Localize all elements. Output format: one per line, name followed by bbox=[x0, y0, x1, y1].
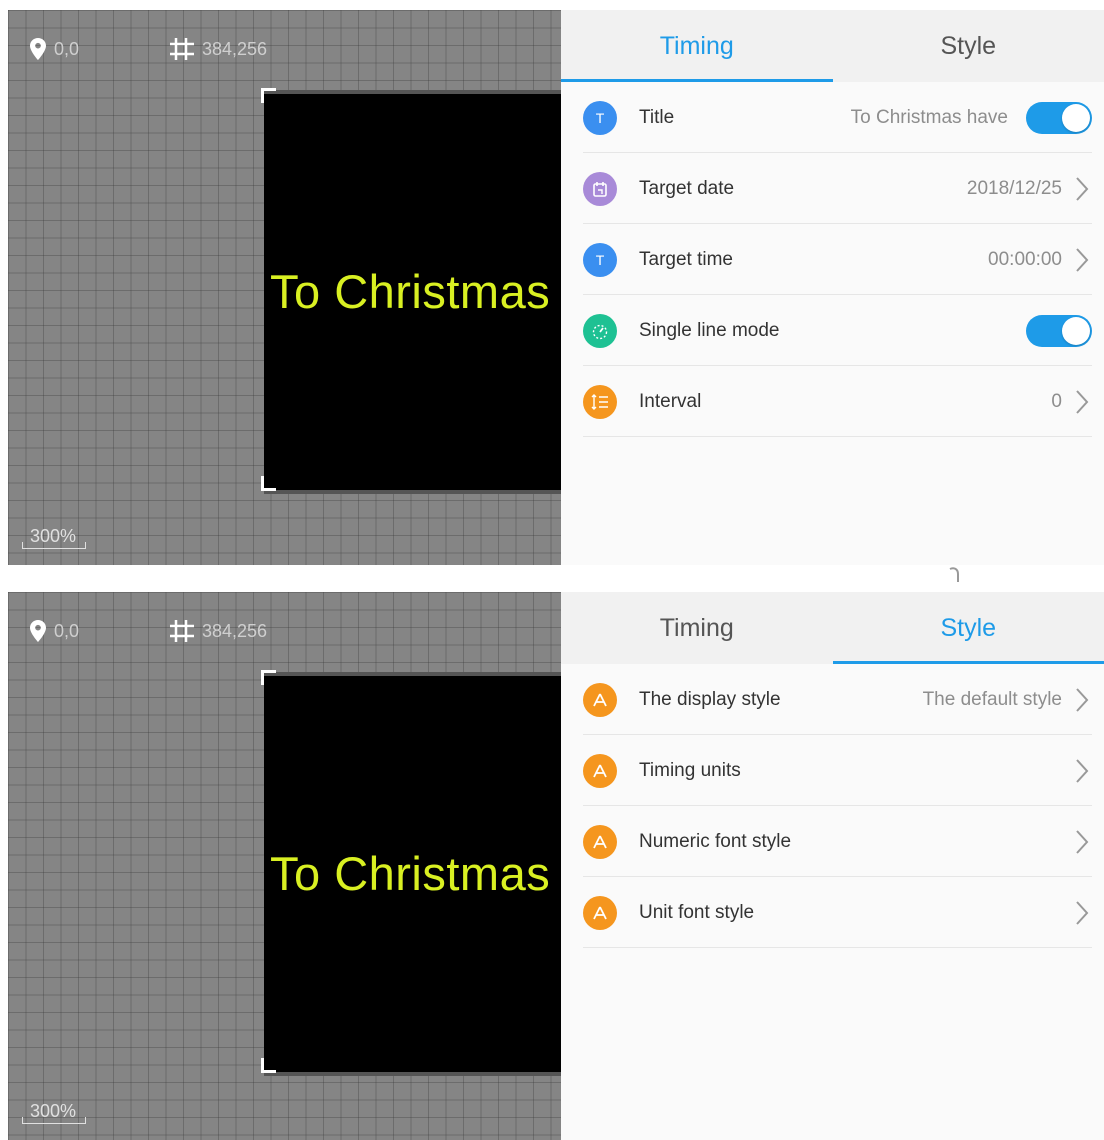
resize-handle-bottom-left[interactable] bbox=[261, 476, 276, 491]
row-label: The display style bbox=[639, 688, 781, 710]
settings-panel: Timing Style T Title To Christmas have T… bbox=[561, 10, 1104, 565]
row-value: The default style bbox=[922, 688, 1062, 710]
screen-timing: 0,0 384,256 To Christmas 300% Timing Sty… bbox=[0, 10, 1104, 565]
tab-timing[interactable]: Timing bbox=[561, 10, 833, 82]
calendar-icon bbox=[583, 171, 617, 206]
canvas-area[interactable]: 0,0 384,256 To Christmas 300% bbox=[8, 592, 561, 1140]
row-label: Timing units bbox=[639, 759, 741, 781]
style-icon bbox=[583, 895, 617, 930]
position-readout: 0,0 bbox=[30, 38, 79, 60]
location-pin-icon bbox=[30, 38, 46, 60]
crop-grid-icon bbox=[170, 620, 194, 642]
resize-handle-top-left[interactable] bbox=[261, 670, 276, 685]
led-preview-text: To Christmas bbox=[270, 265, 551, 318]
text-icon: T bbox=[583, 100, 617, 135]
row-label: Single line mode bbox=[639, 319, 780, 341]
position-readout: 0,0 bbox=[30, 620, 79, 642]
size-readout: 384,256 bbox=[170, 38, 267, 60]
row-interval[interactable]: Interval 0 bbox=[561, 366, 1104, 437]
row-single-line-mode[interactable]: Single line mode bbox=[561, 295, 1104, 366]
row-display-style[interactable]: The display style The default style bbox=[561, 664, 1104, 735]
location-pin-icon bbox=[30, 620, 46, 642]
chevron-right-icon bbox=[1070, 756, 1094, 786]
chevron-right-icon bbox=[1070, 685, 1094, 715]
text-icon: T bbox=[583, 242, 617, 277]
size-value: 384,256 bbox=[202, 38, 268, 59]
position-value: 0,0 bbox=[54, 38, 80, 59]
row-label: Interval bbox=[639, 390, 702, 412]
single-line-toggle[interactable] bbox=[1026, 314, 1092, 347]
row-label: Target time bbox=[639, 248, 733, 270]
row-title[interactable]: T Title To Christmas have bbox=[561, 82, 1104, 153]
led-preview-text: To Christmas bbox=[270, 847, 551, 900]
settings-panel: Timing Style The display style The defau… bbox=[561, 592, 1104, 1140]
tab-timing[interactable]: Timing bbox=[561, 592, 833, 664]
title-toggle[interactable] bbox=[1026, 101, 1092, 134]
row-value: 00:00:00 bbox=[988, 248, 1062, 270]
line-spacing-icon bbox=[583, 384, 617, 419]
row-timing-units[interactable]: Timing units bbox=[561, 735, 1104, 806]
style-icon bbox=[583, 753, 617, 788]
size-value: 384,256 bbox=[202, 620, 268, 641]
speedometer-icon bbox=[583, 313, 617, 348]
row-target-time[interactable]: T Target time 00:00:00 bbox=[561, 224, 1104, 295]
chevron-right-icon bbox=[1070, 898, 1094, 928]
chevron-right-icon bbox=[1070, 245, 1094, 275]
canvas-area[interactable]: 0,0 384,256 To Christmas 300% bbox=[8, 10, 561, 565]
size-readout: 384,256 bbox=[170, 620, 267, 642]
row-label: Numeric font style bbox=[639, 830, 792, 852]
style-icon bbox=[583, 824, 617, 859]
resize-handle-bottom-left[interactable] bbox=[261, 1058, 276, 1073]
resize-handle-top-left[interactable] bbox=[261, 88, 276, 103]
zoom-scale-bar bbox=[22, 542, 86, 549]
row-label: Title bbox=[639, 106, 675, 128]
tab-style[interactable]: Style bbox=[832, 592, 1104, 664]
row-label: Unit font style bbox=[639, 901, 755, 923]
row-value: To Christmas have bbox=[850, 106, 1008, 128]
chevron-right-icon bbox=[1070, 827, 1094, 857]
tab-bar: Timing Style bbox=[561, 10, 1104, 82]
row-value: 0 bbox=[1051, 390, 1062, 412]
row-unit-font-style[interactable]: Unit font style bbox=[561, 877, 1104, 948]
chevron-right-icon bbox=[1070, 174, 1094, 204]
tab-style[interactable]: Style bbox=[833, 10, 1104, 82]
row-value: 2018/12/25 bbox=[966, 177, 1062, 199]
crop-grid-icon bbox=[170, 38, 194, 60]
tab-bar: Timing Style bbox=[561, 592, 1104, 664]
zoom-scale-bar bbox=[22, 1117, 86, 1124]
led-preview[interactable]: To Christmas bbox=[264, 672, 561, 1076]
chevron-right-icon bbox=[1070, 387, 1094, 417]
position-value: 0,0 bbox=[54, 620, 80, 641]
style-icon bbox=[583, 682, 617, 717]
led-preview[interactable]: To Christmas bbox=[264, 90, 561, 494]
row-label: Target date bbox=[639, 177, 735, 199]
touch-cursor-icon bbox=[949, 567, 959, 582]
row-target-date[interactable]: Target date 2018/12/25 bbox=[561, 153, 1104, 224]
row-numeric-font-style[interactable]: Numeric font style bbox=[561, 806, 1104, 877]
screen-style: 0,0 384,256 To Christmas 300% Timing Sty… bbox=[0, 592, 1104, 1140]
